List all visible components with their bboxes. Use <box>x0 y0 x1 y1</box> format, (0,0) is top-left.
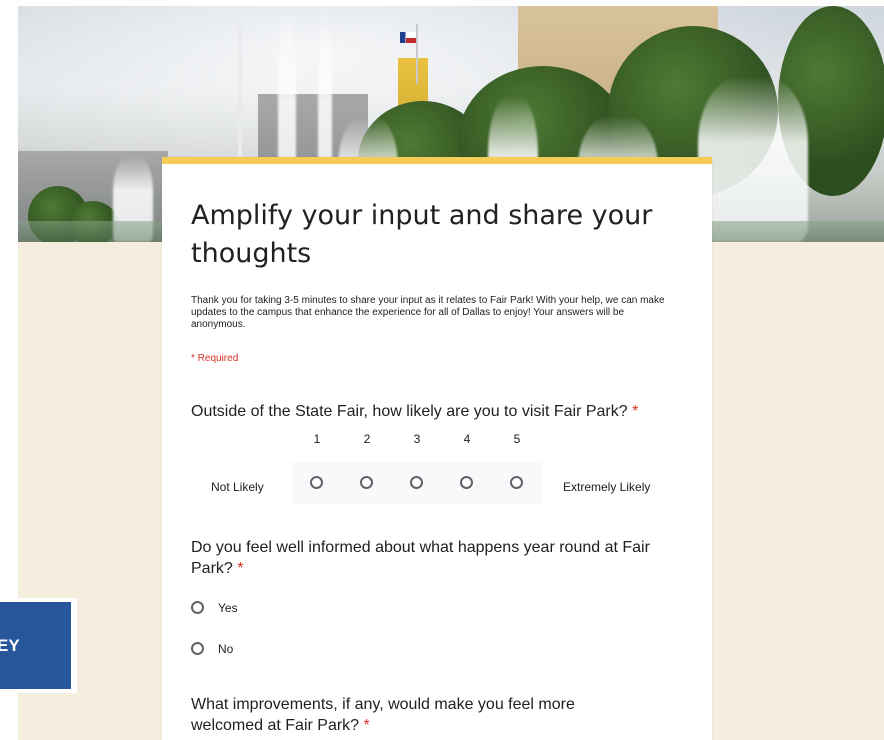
required-star: * <box>363 717 370 734</box>
scale-label: 3 <box>413 432 421 446</box>
option-label: No <box>218 642 234 656</box>
page: Amplify your input and share your though… <box>0 0 884 740</box>
scale-max-label: Extremely Likely <box>563 480 651 494</box>
form-description: Thank you for taking 3-5 minutes to shar… <box>191 295 665 330</box>
question-text: Do you feel well informed about what hap… <box>191 539 650 577</box>
form-title: Amplify your input and share your though… <box>191 200 653 269</box>
question-text: Outside of the State Fair, how likely ar… <box>191 403 628 420</box>
scale-label: 4 <box>463 432 471 446</box>
form-card: Amplify your input and share your though… <box>162 157 712 740</box>
banner-pole <box>416 24 418 84</box>
survey-badge-fill[interactable]: EY <box>0 602 71 689</box>
radio-yes[interactable] <box>191 601 204 614</box>
scale-radio-3[interactable] <box>410 476 423 489</box>
question-visit-likelihood: Outside of the State Fair, how likely ar… <box>191 401 691 422</box>
required-note: * Required <box>191 353 239 364</box>
question-improvements: What improvements, if any, would make yo… <box>191 694 621 736</box>
question-well-informed: Do you feel well informed about what hap… <box>191 537 686 579</box>
scale-radio-row <box>292 462 542 504</box>
scale-radio-4[interactable] <box>460 476 473 489</box>
scale-radio-2[interactable] <box>360 476 373 489</box>
scale-label: 2 <box>363 432 371 446</box>
banner-fountain-spray <box>698 76 808 242</box>
survey-badge-label: EY <box>0 636 20 655</box>
scale-radio-1[interactable] <box>310 476 323 489</box>
required-star: * <box>632 403 639 420</box>
scale-radio-5[interactable] <box>510 476 523 489</box>
radio-no[interactable] <box>191 642 204 655</box>
scale-min-label: Not Likely <box>211 480 264 494</box>
question-text: What improvements, if any, would make yo… <box>191 696 575 734</box>
option-label: Yes <box>218 601 238 615</box>
banner-flag <box>400 32 416 43</box>
survey-badge[interactable]: EY <box>0 598 77 693</box>
scale-label: 5 <box>513 432 521 446</box>
scale-number-labels: 1 2 3 4 5 <box>292 432 542 450</box>
required-star: * <box>237 560 244 577</box>
scale-label: 1 <box>313 432 321 446</box>
